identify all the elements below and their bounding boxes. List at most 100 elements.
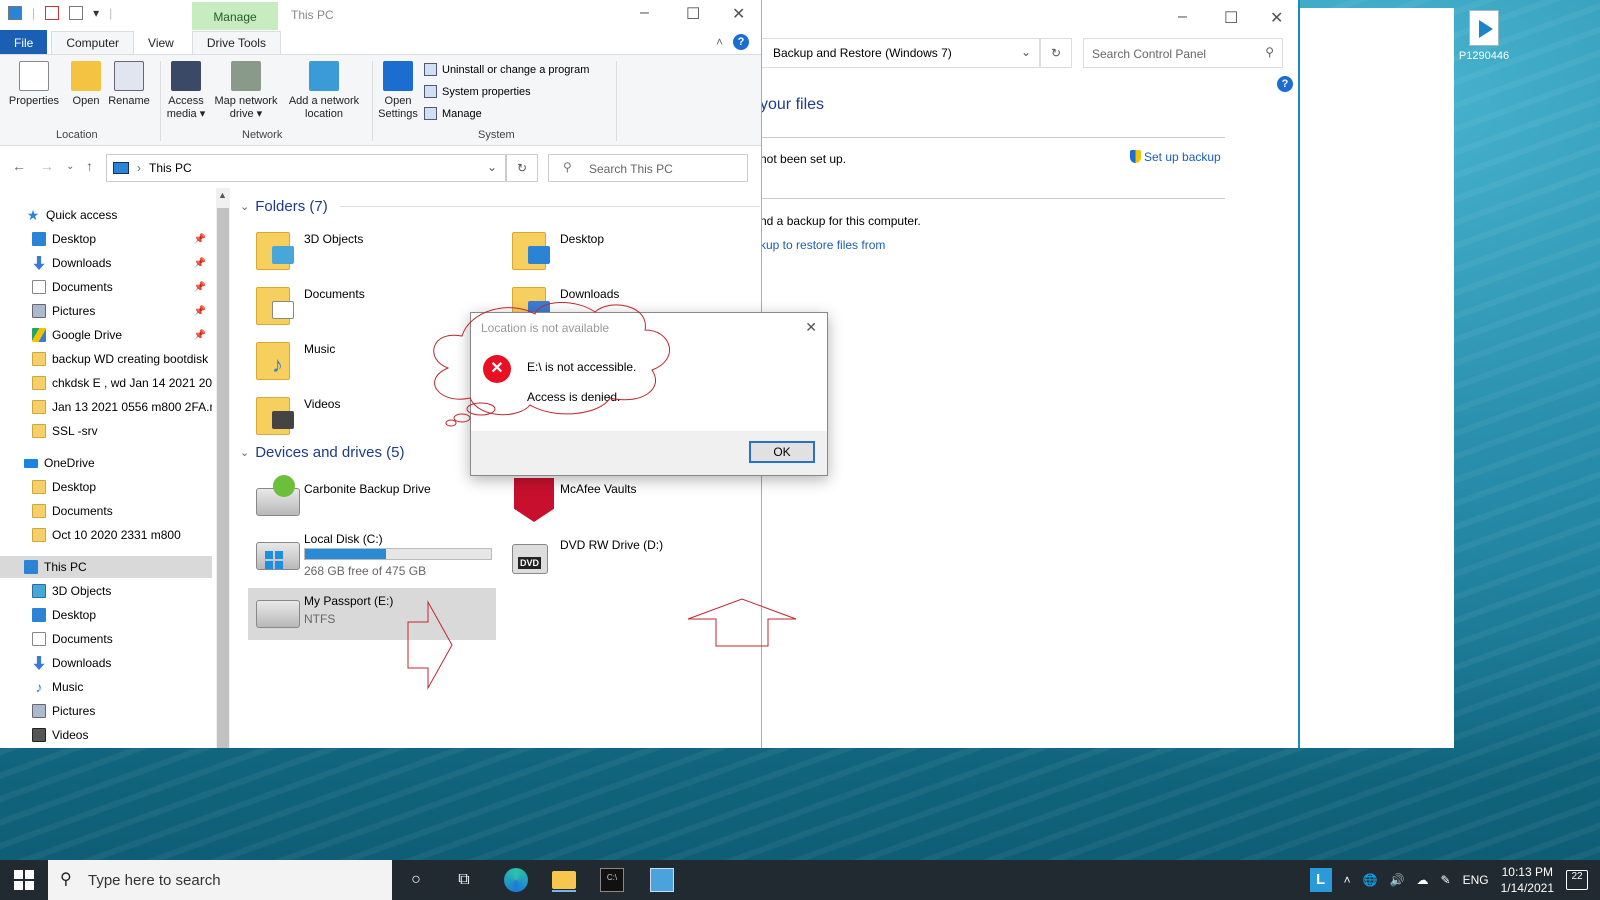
nav-qa-folder[interactable]: Jan 13 2021 0556 m800 2FA.m: bbox=[0, 396, 212, 418]
forward-arrow-icon[interactable]: → bbox=[40, 158, 54, 174]
cortana-icon[interactable]: ○ bbox=[404, 868, 428, 892]
nav-this-pc[interactable]: This PC bbox=[0, 556, 212, 578]
drive-carbonite[interactable]: Carbonite Backup Drive bbox=[248, 475, 496, 528]
scroll-thumb[interactable] bbox=[217, 208, 229, 748]
nav-pc-music[interactable]: ♪ Music bbox=[0, 676, 212, 698]
nav-qa-downloads[interactable]: Downloads 📌 bbox=[0, 252, 212, 274]
folder-documents[interactable]: Documents bbox=[248, 281, 488, 333]
show-hidden-icons-icon[interactable]: ˄ bbox=[1344, 873, 1351, 887]
folder-3d-objects[interactable]: 3D Objects bbox=[248, 226, 488, 278]
drive-local-disk-c[interactable]: Local Disk (C:) 268 GB free of 475 GB bbox=[248, 530, 496, 582]
ok-button[interactable]: OK bbox=[749, 441, 815, 463]
nav-pc-downloads[interactable]: Downloads bbox=[0, 652, 212, 674]
up-arrow-icon[interactable]: ↑ bbox=[86, 158, 93, 174]
terminal-icon[interactable]: C:\ bbox=[600, 868, 624, 892]
map-network-drive-button[interactable]: Map network drive ▾ bbox=[210, 59, 282, 121]
tab-computer[interactable]: Computer bbox=[51, 31, 135, 54]
folder-videos[interactable]: Videos bbox=[248, 391, 488, 443]
drive-my-passport-e[interactable]: My Passport (E:) NTFS bbox=[248, 588, 496, 640]
nav-qa-google-drive[interactable]: Google Drive 📌 bbox=[0, 324, 212, 346]
restore-link[interactable]: kup to restore files from bbox=[760, 238, 885, 252]
windows-start-icon[interactable] bbox=[14, 870, 34, 890]
minimize-icon[interactable]: – bbox=[640, 4, 649, 22]
tab-view[interactable]: View bbox=[134, 32, 188, 54]
taskbar-search-input[interactable]: ⚲ Type here to search bbox=[48, 860, 392, 900]
app-tray-icon[interactable]: L bbox=[1309, 868, 1332, 892]
nav-pc-3d-objects[interactable]: 3D Objects bbox=[0, 580, 212, 602]
tab-file[interactable]: File bbox=[0, 30, 48, 54]
pen-icon[interactable]: ✎ bbox=[1441, 873, 1451, 887]
access-media-button[interactable]: Access media ▾ bbox=[162, 59, 210, 121]
setup-backup-link[interactable]: Set up backup bbox=[1130, 150, 1221, 164]
collapse-ribbon-icon[interactable]: ˄ bbox=[716, 35, 723, 49]
folders-section-header[interactable]: ⌄ Folders (7) bbox=[240, 198, 760, 215]
nav-pc-videos[interactable]: Videos bbox=[0, 724, 212, 746]
close-icon[interactable]: ✕ bbox=[1270, 8, 1283, 28]
close-icon[interactable]: ✕ bbox=[732, 4, 745, 24]
nav-od-folder[interactable]: Oct 10 2020 2331 m800 bbox=[0, 524, 212, 546]
devices-section-header[interactable]: ⌄ Devices and drives (5) bbox=[240, 444, 404, 461]
volume-icon[interactable]: 🔊 bbox=[1390, 873, 1405, 887]
clock[interactable]: 10:13 PM 1/14/2021 bbox=[1501, 864, 1554, 896]
folder-music[interactable]: ♪ Music bbox=[248, 336, 488, 388]
cloud-sync-icon[interactable]: ☁ bbox=[1417, 873, 1429, 887]
nav-qa-pictures[interactable]: Pictures 📌 bbox=[0, 300, 212, 322]
nav-onedrive[interactable]: OneDrive bbox=[0, 452, 212, 474]
nav-label: Desktop bbox=[52, 480, 97, 494]
nav-quick-access[interactable]: ★ Quick access bbox=[0, 204, 212, 226]
address-bar[interactable]: › This PC ⌄ bbox=[106, 154, 506, 182]
back-arrow-icon[interactable]: ← bbox=[12, 158, 26, 174]
recent-locations-icon[interactable]: ⌄ bbox=[66, 161, 74, 172]
control-panel-taskbar-icon[interactable] bbox=[650, 868, 674, 892]
drive-mcafee-vaults[interactable]: McAfee Vaults bbox=[504, 476, 752, 528]
manage-button[interactable]: Manage bbox=[424, 107, 482, 120]
nav-qa-folder[interactable]: SSL -srv bbox=[0, 420, 212, 442]
nav-od-documents[interactable]: Documents bbox=[0, 500, 212, 522]
maximize-icon[interactable]: ☐ bbox=[686, 4, 700, 24]
maximize-icon[interactable]: ☐ bbox=[1224, 8, 1238, 28]
nav-qa-documents[interactable]: Documents 📌 bbox=[0, 276, 212, 298]
nav-scrollbar[interactable]: ▲ bbox=[216, 188, 230, 748]
drive-label: Local Disk (C:) bbox=[304, 532, 383, 546]
add-network-location-button[interactable]: Add a network location bbox=[284, 59, 364, 121]
desktop-file-icon[interactable]: P1290446 bbox=[1454, 10, 1514, 62]
file-explorer-taskbar-icon[interactable] bbox=[552, 868, 576, 892]
properties-icon[interactable] bbox=[45, 6, 60, 20]
search-input[interactable]: ⚲ Search This PC bbox=[548, 154, 748, 182]
nav-pc-documents[interactable]: Documents bbox=[0, 628, 212, 650]
tab-drive-tools[interactable]: Drive Tools bbox=[191, 31, 281, 54]
nav-qa-folder[interactable]: backup WD creating bootdisk bbox=[0, 348, 212, 370]
drive-dvd-d[interactable]: DVD DVD RW Drive (D:) bbox=[504, 530, 752, 582]
open-button[interactable]: Open bbox=[66, 59, 106, 108]
refresh-icon[interactable]: ↻ bbox=[506, 154, 538, 182]
minimize-icon[interactable]: – bbox=[1178, 8, 1187, 26]
properties-button[interactable]: Properties bbox=[6, 59, 62, 108]
open-settings-button[interactable]: Open Settings bbox=[376, 59, 420, 121]
manage-context-tab[interactable]: Manage bbox=[192, 2, 278, 30]
folder-desktop[interactable]: Desktop bbox=[504, 226, 744, 278]
system-properties-button[interactable]: System properties bbox=[424, 85, 531, 98]
close-icon[interactable]: ✕ bbox=[805, 319, 817, 336]
scroll-up-icon[interactable]: ▲ bbox=[218, 190, 227, 200]
language-indicator[interactable]: ENG bbox=[1463, 873, 1489, 887]
nav-pc-desktop[interactable]: Desktop bbox=[0, 604, 212, 626]
nav-pc-pictures[interactable]: Pictures bbox=[0, 700, 212, 722]
help-icon[interactable]: ? bbox=[733, 34, 749, 50]
chevron-down-icon[interactable]: ⌄ bbox=[487, 160, 497, 174]
refresh-icon[interactable]: ↻ bbox=[1040, 38, 1072, 68]
new-folder-icon[interactable] bbox=[69, 6, 84, 20]
nav-od-desktop[interactable]: Desktop bbox=[0, 476, 212, 498]
nav-qa-desktop[interactable]: Desktop 📌 bbox=[0, 228, 212, 250]
network-globe-icon[interactable]: 🌐 bbox=[1363, 873, 1378, 887]
cp-search-input[interactable]: Search Control Panel ⚲ bbox=[1083, 38, 1283, 68]
edge-browser-icon[interactable] bbox=[504, 868, 528, 892]
task-view-icon[interactable]: ⧉ bbox=[452, 868, 476, 892]
nav-qa-folder[interactable]: chkdsk E , wd Jan 14 2021 2052 bbox=[0, 372, 212, 394]
uninstall-program-button[interactable]: Uninstall or change a program bbox=[424, 63, 589, 76]
chevron-down-icon[interactable]: ⌄ bbox=[1021, 45, 1031, 59]
customize-toolbar-icon[interactable]: ▾ bbox=[93, 6, 99, 20]
rename-button[interactable]: Rename bbox=[106, 59, 152, 108]
cp-address-bar[interactable]: Backup and Restore (Windows 7) ⌄ bbox=[760, 38, 1040, 68]
notification-center-icon[interactable]: 22 bbox=[1566, 870, 1588, 890]
help-icon[interactable]: ? bbox=[1277, 76, 1293, 92]
